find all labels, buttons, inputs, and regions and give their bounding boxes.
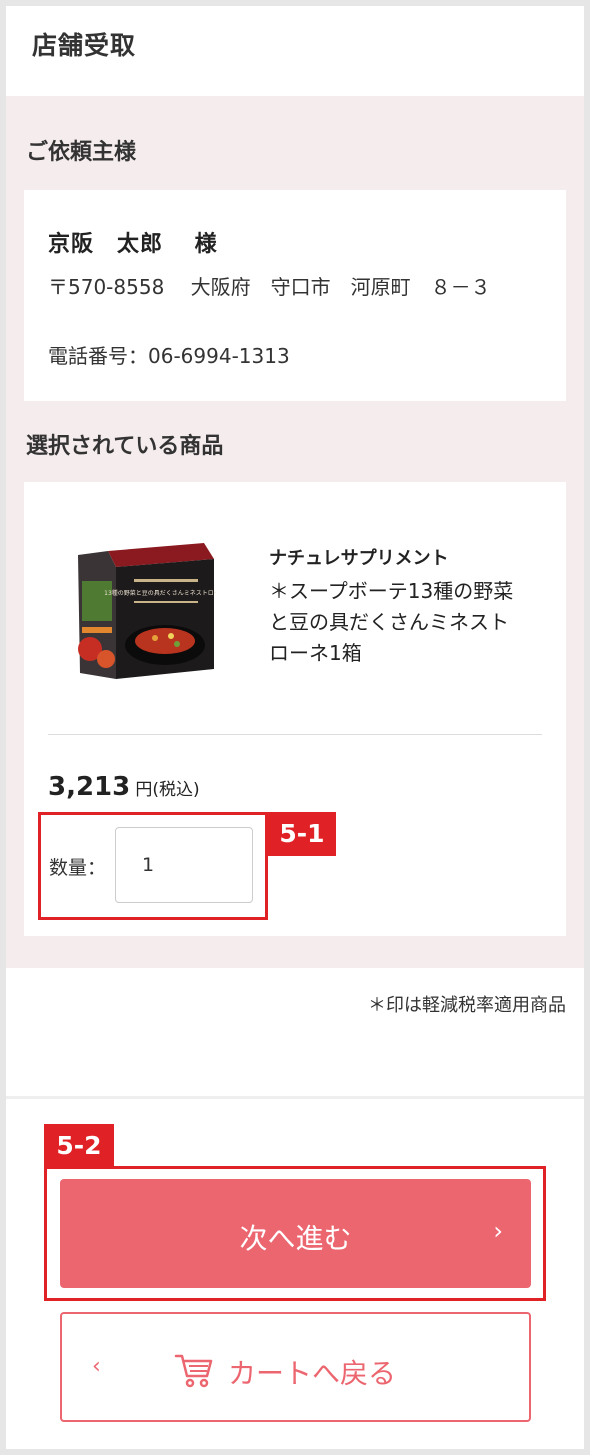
back-button-label: カートへ戻る [228,1357,397,1390]
product-image-label: 13種の野菜と豆の具だくさんミネストローネ [104,589,216,597]
tax-note: ＊印は軽減税率適用商品 [368,995,566,1016]
quantity-highlight: 数量： [38,812,268,920]
back-to-cart-button[interactable]: ‹ カートへ戻る [60,1312,531,1422]
client-tel: 電話番号：06-6994-1313 [48,344,290,368]
chevron-right-icon: › [493,1217,503,1245]
page-title: 店舗受取 [32,31,137,60]
next-button[interactable]: 次へ進む › [60,1179,531,1288]
chevron-left-icon: ‹ [92,1354,101,1379]
client-address: 〒570-8558 大阪府 守口市 河原町 ８－３ [48,275,491,299]
product-card: 13種の野菜と豆の具だくさんミネストローネ ナチュレサプリメント ＊スープボーテ… [24,482,566,936]
product-brand: ナチュレサプリメント [269,548,449,569]
order-panel: ご依頼主様 京阪 太郎 様 〒570-8558 大阪府 守口市 河原町 ８－３ … [6,96,584,968]
client-name: 京阪 太郎 様 [48,232,218,257]
price-value: 3,213 [48,772,131,802]
product-price: 3,213 円(税込) [48,772,200,802]
next-button-label: 次へ進む [239,1222,352,1255]
step-badge-5-2: 5-2 [44,1124,114,1168]
product-divider [48,734,542,735]
quantity-input[interactable] [115,827,253,903]
quantity-label: 数量： [49,857,107,879]
product-name: ＊スープボーテ13種の野菜と豆の具だくさんミネストローネ1箱 [269,579,514,665]
page-header: 店舗受取 [6,6,584,96]
page-frame: 店舗受取 ご依頼主様 京阪 太郎 様 〒570-8558 大阪府 守口市 河原町… [6,6,584,1449]
cart-icon [174,1354,213,1388]
client-card: 京阪 太郎 様 〒570-8558 大阪府 守口市 河原町 ８－３ 電話番号：0… [24,190,566,401]
products-section-title: 選択されている商品 [26,434,224,459]
step-badge-5-1: 5-1 [268,812,336,856]
product-image: 13種の野菜と豆の具だくさんミネストローネ [78,543,216,679]
section-separator [6,1096,584,1099]
price-unit: 円(税込) [135,780,200,800]
client-section-title: ご依頼主様 [26,140,137,165]
